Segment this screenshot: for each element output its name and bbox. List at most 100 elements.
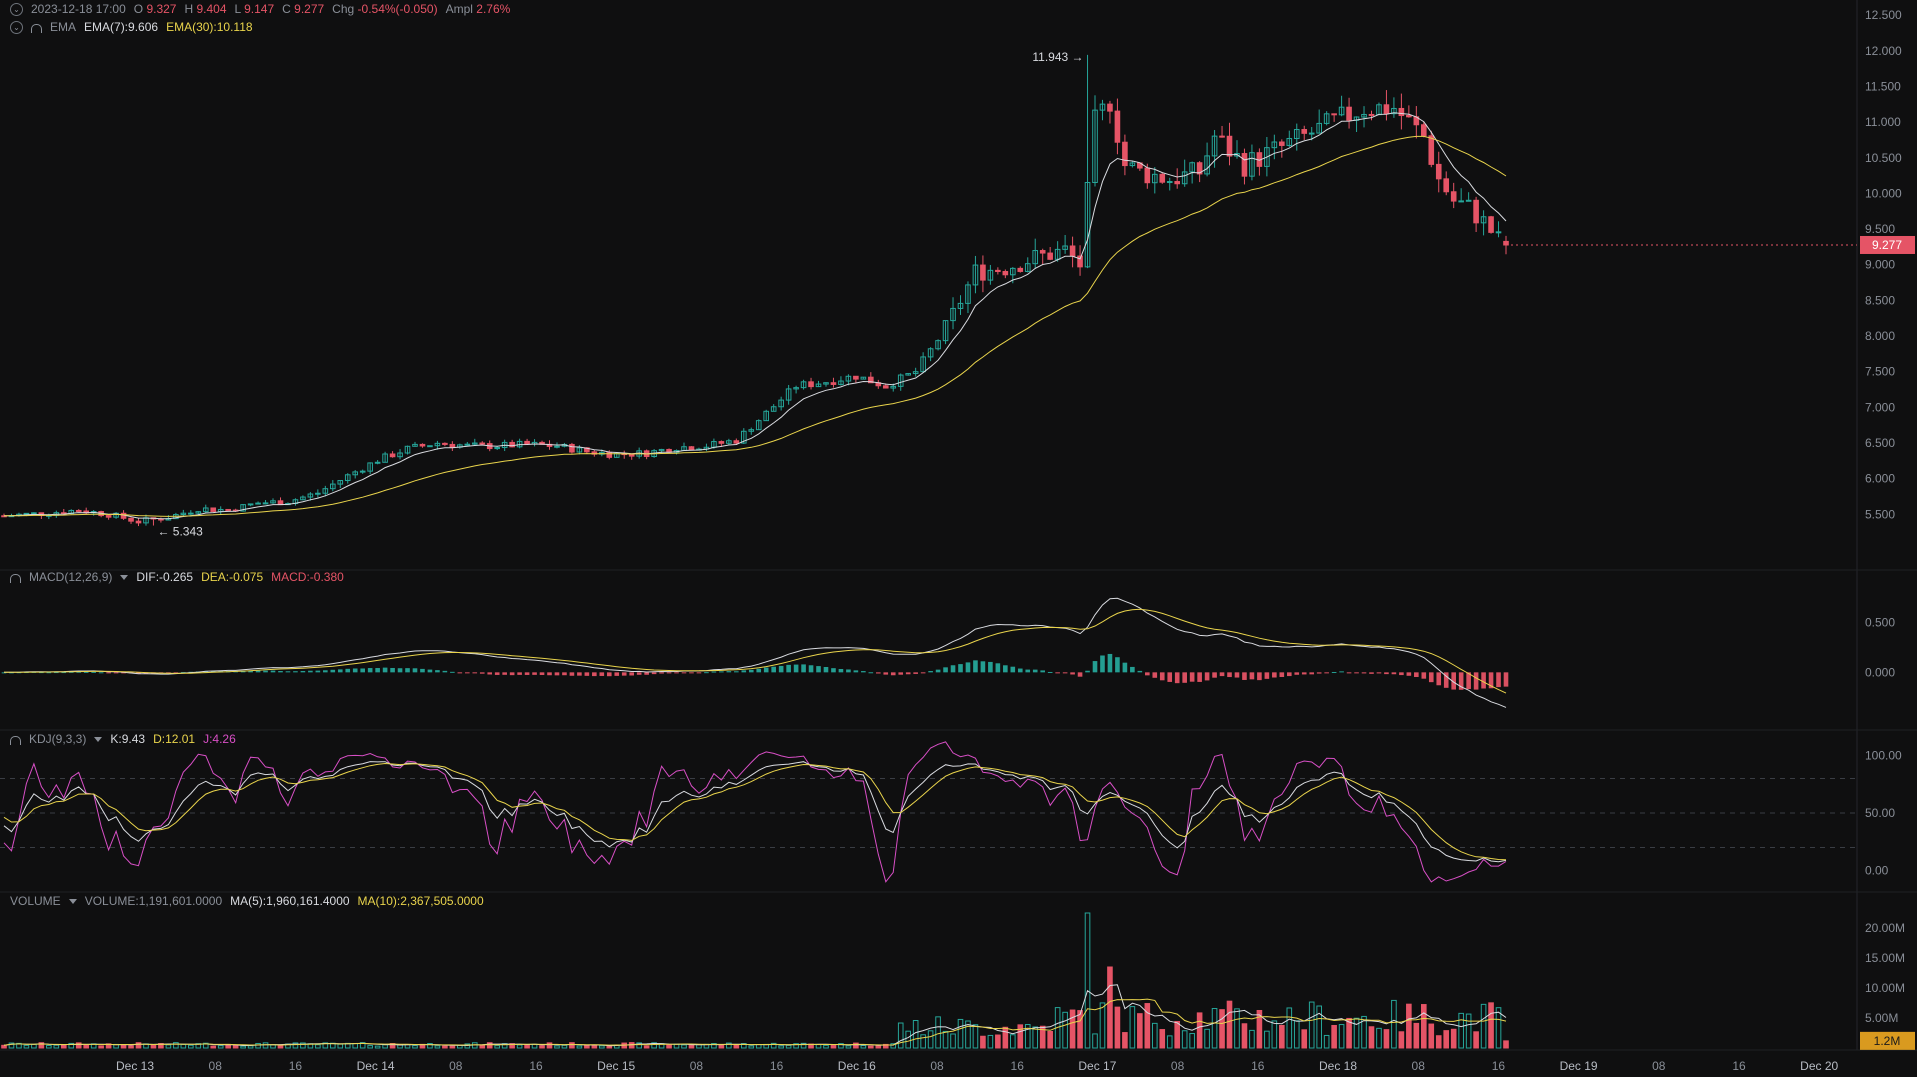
macd-bar: [674, 672, 679, 674]
chart-canvas[interactable]: 12.500 12.000 11.500 11.000 10.500 10.000 9.50…: [0, 0, 1917, 1077]
volume-bar: [1420, 1004, 1427, 1049]
macd-bar: [1369, 672, 1374, 674]
volume-bar: [135, 1042, 142, 1049]
macd-bar: [1354, 672, 1359, 674]
macd-bar: [405, 668, 410, 673]
macd-bar: [1301, 672, 1307, 675]
macd-bar: [823, 666, 829, 673]
macd-bar: [1257, 672, 1262, 681]
price-tick-label: 9.000: [1865, 258, 1895, 272]
candle-down: [688, 446, 695, 451]
macd-bar: [270, 670, 276, 673]
volume-bar: [1376, 1027, 1382, 1049]
candle-down: [225, 508, 231, 511]
volume-bar: [1084, 912, 1091, 1049]
alert-bell-icon[interactable]: [10, 735, 21, 745]
macd-bar: [487, 672, 493, 675]
volume-bar: [374, 1045, 381, 1049]
time-tick-label: Dec 15: [597, 1059, 635, 1073]
candle-down: [606, 451, 613, 458]
macd-bar: [995, 663, 1001, 673]
macd-bar: [278, 671, 283, 673]
volume-bar: [778, 1045, 784, 1049]
macd-bar: [1100, 655, 1105, 673]
kdj-name[interactable]: KDJ(9,3,3): [29, 732, 86, 746]
macd-bar: [442, 670, 448, 673]
macd-bar: [973, 660, 978, 673]
volume-bar: [875, 1045, 882, 1049]
volume-bar: [1249, 1029, 1255, 1049]
macd-name[interactable]: MACD(12,26,9): [29, 570, 112, 584]
collapse-chevron-icon[interactable]: ⌄: [10, 2, 23, 16]
macd-bar: [1309, 672, 1315, 675]
volume-bar: [1406, 1003, 1412, 1049]
candle-up: [23, 512, 30, 515]
volume-bar: [128, 1045, 134, 1049]
volume-bar: [1503, 1040, 1509, 1049]
dropdown-caret-icon[interactable]: [68, 898, 77, 904]
price-tick-label: 8.000: [1865, 329, 1895, 343]
time-tick-label: Dec 16: [838, 1059, 876, 1073]
volume-bar: [1383, 1029, 1390, 1049]
macd-tick-label: 0.500: [1865, 616, 1895, 630]
macd-bar: [965, 662, 971, 673]
candle-down: [1435, 163, 1442, 180]
price-tick-label: 5.500: [1865, 507, 1895, 521]
volume-name[interactable]: VOLUME: [10, 894, 61, 908]
candle-down: [569, 443, 575, 453]
time-tick-label: 08: [1171, 1059, 1185, 1073]
kdj-j: J:4.26: [203, 732, 236, 746]
time-tick-label: 08: [1412, 1059, 1426, 1073]
candle-down: [389, 453, 396, 458]
volume-bar: [337, 1043, 344, 1049]
volume-bar: [1286, 1007, 1293, 1049]
volume-bar: [247, 1045, 254, 1049]
macd-bar: [1294, 672, 1300, 675]
volume-bar: [539, 1045, 545, 1049]
open-value: 9.327: [146, 2, 177, 16]
volume-legend: VOLUME VOLUME:1,191,601.0000 MA(5):1,960…: [10, 894, 484, 908]
candle-down: [419, 443, 426, 447]
macd-bar: [988, 661, 993, 673]
macd-bar: [1279, 672, 1285, 677]
candle-down: [1047, 252, 1053, 260]
macd-bar: [1264, 672, 1270, 679]
macd-bar: [801, 664, 806, 673]
macd-bar: [420, 668, 425, 673]
volume-bar: [1271, 1020, 1278, 1049]
macd-bar: [330, 669, 336, 673]
ampl-label: Ampl: [445, 2, 473, 16]
volume-bar: [897, 1022, 904, 1049]
volume-bar: [53, 1044, 60, 1049]
volume-tick-label: 15.00M: [1865, 951, 1905, 965]
macd-bar: [1481, 672, 1486, 689]
macd-bar: [950, 665, 956, 673]
macd-bar: [875, 672, 881, 674]
dropdown-caret-icon[interactable]: [94, 736, 103, 742]
volume-bar: [823, 1044, 829, 1049]
candle-up: [31, 512, 37, 515]
volume-bar: [1092, 1033, 1098, 1049]
macd-bar: [1159, 672, 1165, 681]
price-tick-label: 9.500: [1865, 222, 1895, 236]
macd-bar: [853, 670, 859, 673]
volume-tick-label: 10.00M: [1865, 981, 1905, 995]
price-tick-label: 11.000: [1865, 115, 1901, 129]
open-label: O: [133, 2, 144, 16]
high-value: 9.404: [196, 2, 227, 16]
time-tick-label: Dec 17: [1078, 1059, 1116, 1073]
macd-bar: [741, 670, 747, 673]
candle-down: [1279, 141, 1285, 146]
volume-bar: [628, 1042, 635, 1049]
chg-value: -0.54%(-0.050): [357, 2, 438, 16]
macd-bar: [464, 672, 470, 674]
candle-down: [135, 520, 142, 524]
dropdown-caret-icon[interactable]: [120, 574, 129, 580]
collapse-chevron-icon[interactable]: ⌄: [10, 20, 23, 34]
candle-down: [1331, 113, 1337, 116]
alert-bell-icon[interactable]: [10, 573, 21, 583]
candle-down: [1488, 216, 1494, 233]
alert-bell-icon[interactable]: [31, 23, 42, 33]
volume-bar: [845, 1045, 852, 1049]
ema-name[interactable]: EMA: [50, 20, 76, 34]
